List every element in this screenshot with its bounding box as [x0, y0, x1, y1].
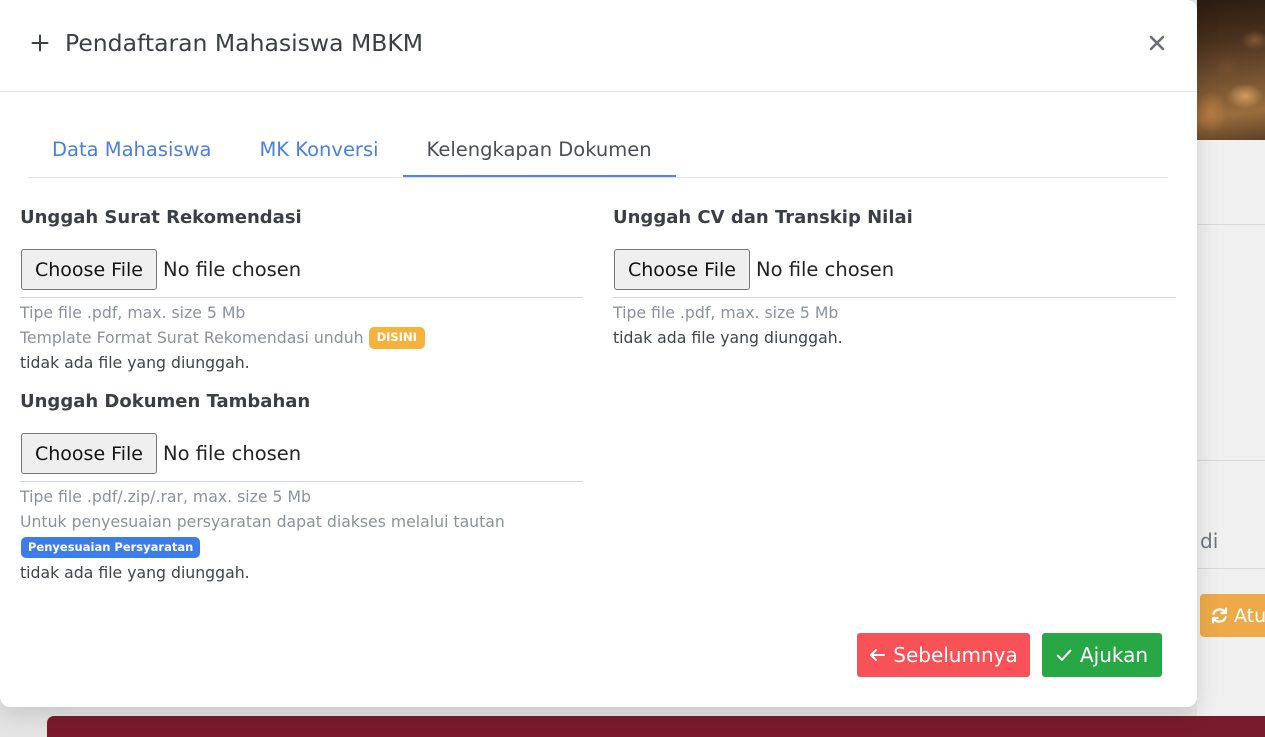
file-type-hint: Tipe file .pdf/.zip/.rar, max. size 5 Mb [20, 487, 311, 506]
uploaded-status: tidak ada file yang diunggah. [20, 353, 250, 372]
tab-mk-konversi[interactable]: MK Konversi [235, 121, 402, 177]
upload-column-right: Unggah CV dan Transkip Nilai Choose File… [613, 204, 1176, 350]
file-input-surat-rekomendasi: Choose File No file chosen [20, 247, 583, 298]
registration-modal: Pendaftaran Mahasiswa MBKM Data Mahasisw… [0, 0, 1197, 707]
upload-info: Tipe file .pdf, max. size 5 Mb Template … [20, 300, 583, 375]
file-status: No file chosen [756, 258, 895, 281]
modal-footer: Sebelumnya Ajukan [857, 633, 1162, 677]
banner-photo [1197, 0, 1265, 140]
file-input-cv-transkip: Choose File No file chosen [613, 247, 1176, 298]
background-partial-text: di [1200, 529, 1219, 553]
choose-file-button[interactable]: Choose File [21, 433, 157, 474]
upload-column-left: Unggah Surat Rekomendasi Choose File No … [20, 204, 583, 585]
upload-info: Tipe file .pdf/.zip/.rar, max. size 5 Mb… [20, 484, 583, 585]
background-page: di Atu [1197, 0, 1265, 716]
file-type-hint: Tipe file .pdf, max. size 5 Mb [20, 303, 246, 322]
tab-data-mahasiswa[interactable]: Data Mahasiswa [28, 121, 235, 177]
upload-heading: Unggah CV dan Transkip Nilai [613, 207, 913, 228]
close-icon [1149, 35, 1165, 51]
upload-heading: Unggah Surat Rekomendasi [20, 207, 302, 228]
upload-group-surat-rekomendasi: Unggah Surat Rekomendasi Choose File No … [20, 204, 583, 375]
modal-header: Pendaftaran Mahasiswa MBKM [0, 0, 1197, 92]
choose-file-button[interactable]: Choose File [614, 249, 750, 290]
check-icon [1056, 649, 1072, 661]
upload-group-cv-transkip: Unggah CV dan Transkip Nilai Choose File… [613, 204, 1176, 350]
file-status: No file chosen [163, 442, 302, 465]
background-divider [1197, 568, 1265, 569]
previous-button[interactable]: Sebelumnya [857, 633, 1030, 677]
file-status: No file chosen [163, 258, 302, 281]
plus-icon [31, 34, 49, 52]
requirement-link-badge[interactable]: Penyesuaian Persyaratan [21, 536, 201, 558]
previous-button-label: Sebelumnya [893, 643, 1018, 667]
choose-file-button[interactable]: Choose File [21, 249, 157, 290]
template-download-badge[interactable]: DISINI [368, 326, 425, 349]
uploaded-status: tidak ada file yang diunggah. [20, 563, 250, 582]
upload-heading: Unggah Dokumen Tambahan [20, 391, 311, 412]
refresh-icon [1211, 607, 1228, 624]
submit-button-label: Ajukan [1079, 643, 1149, 667]
requirement-info-text: Untuk penyesuaian persyaratan dapat diak… [20, 512, 505, 531]
template-text: Template Format Surat Rekomendasi unduh [20, 328, 364, 347]
arrow-left-icon [870, 649, 886, 661]
tab-kelengkapan-dokumen[interactable]: Kelengkapan Dokumen [402, 121, 676, 177]
close-button[interactable] [1145, 31, 1169, 55]
requirement-link-line: Penyesuaian Persyaratan [20, 534, 583, 560]
uploaded-status: tidak ada file yang diunggah. [613, 328, 843, 347]
background-divider [1197, 224, 1265, 225]
file-type-hint: Tipe file .pdf, max. size 5 Mb [613, 303, 839, 322]
file-input-dokumen-tambahan: Choose File No file chosen [20, 431, 583, 482]
upload-info: Tipe file .pdf, max. size 5 Mb tidak ada… [613, 300, 1176, 350]
modal-title: Pendaftaran Mahasiswa MBKM [65, 29, 424, 57]
submit-button[interactable]: Ajukan [1042, 633, 1162, 677]
tab-bar: Data Mahasiswa MK Konversi Kelengkapan D… [28, 121, 1168, 178]
background-refresh-button[interactable]: Atu [1200, 594, 1265, 637]
page-footer-bar [47, 716, 1265, 737]
upload-group-dokumen-tambahan: Unggah Dokumen Tambahan Choose File No f… [20, 388, 583, 585]
background-divider [1197, 460, 1265, 461]
template-line: Template Format Surat Rekomendasi unduh … [20, 325, 583, 350]
refresh-button-label: Atu [1234, 604, 1265, 627]
